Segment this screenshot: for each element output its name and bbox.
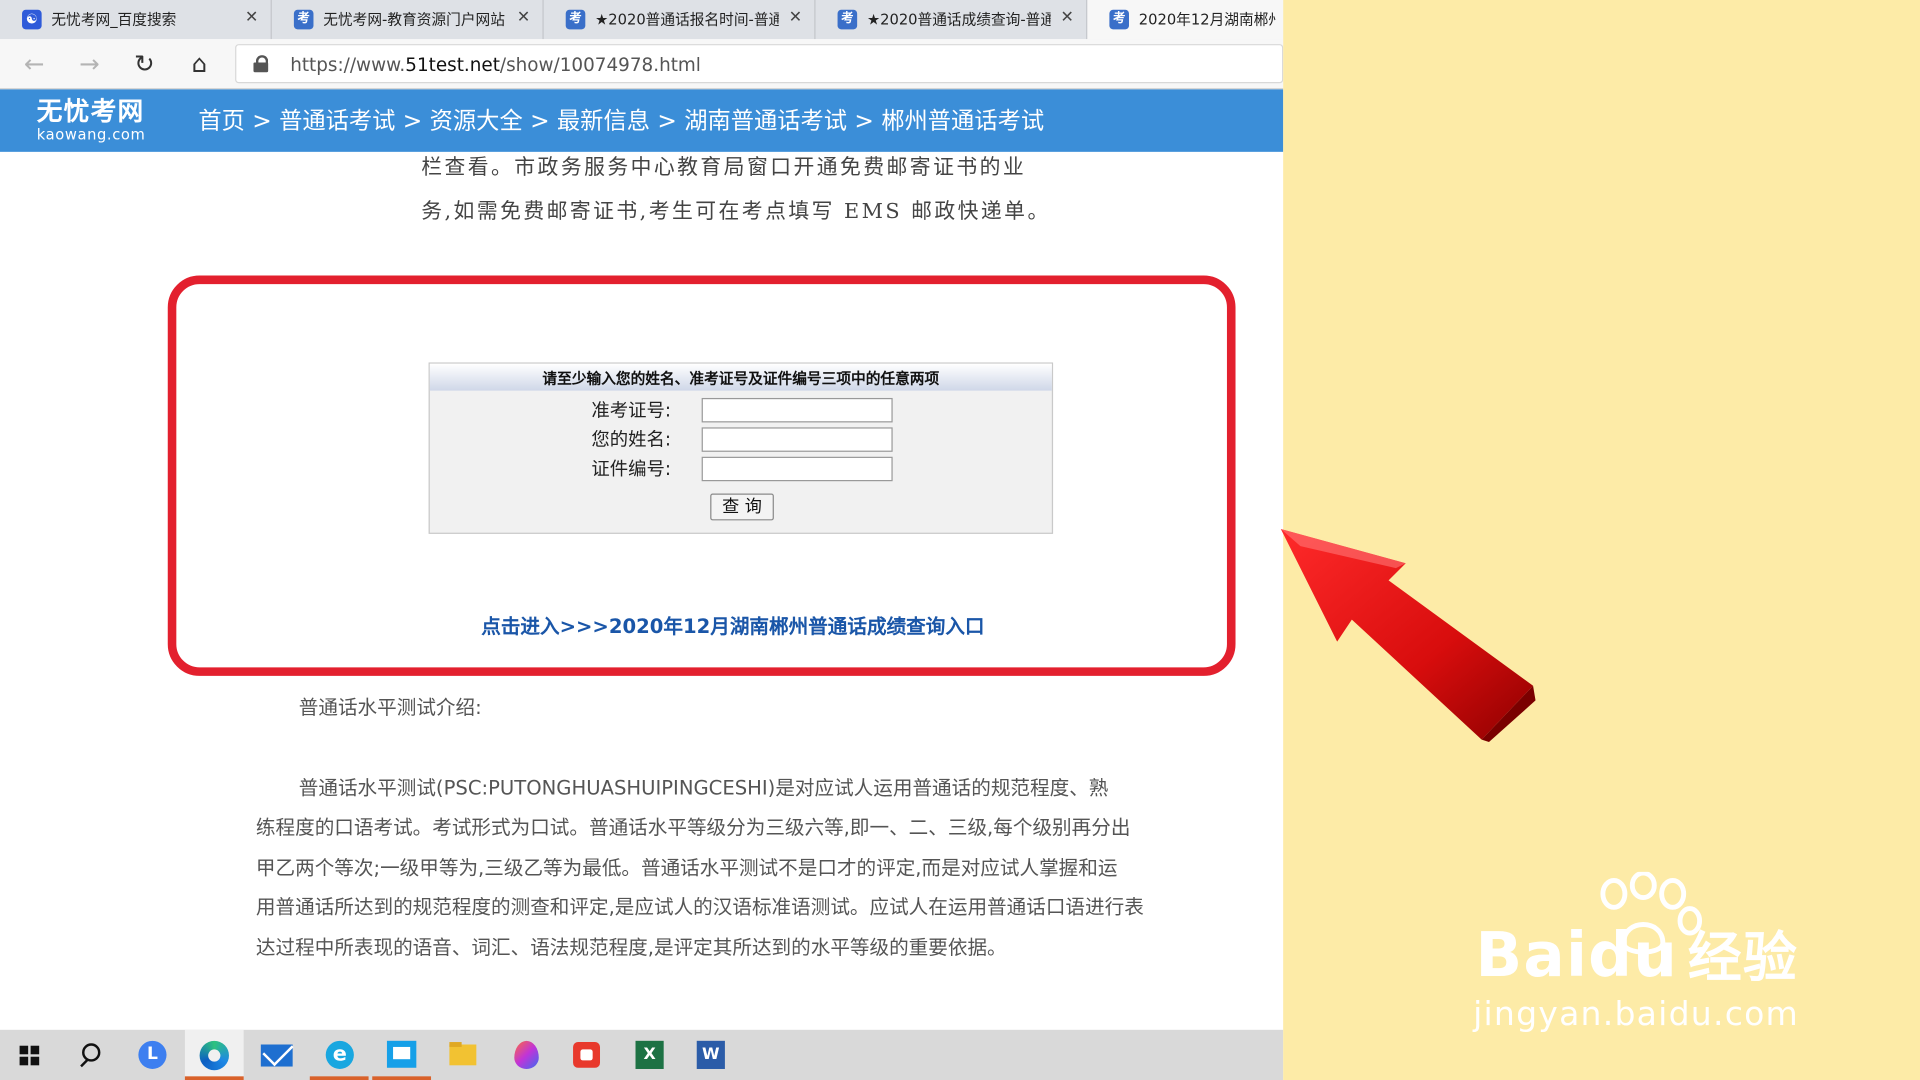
kaowang-icon: 考 xyxy=(293,9,314,30)
article-text-line: 栏查看。市政务服务中心教育局窗口开通免费邮寄证书的业 xyxy=(421,155,1027,181)
site-header: 无忧考网 kaowang.com 首页 > 普通话考试 > 资源大全 > 最新信息 > 湖南普通… xyxy=(0,89,1284,152)
logo-text: 无忧考网 xyxy=(36,96,145,127)
breadcrumb-separator: > xyxy=(402,107,423,135)
intro-line: 普通话水平测试(PSC:PUTONGHUASHUIPINGCESHI)是对应试人… xyxy=(298,776,1109,800)
breadcrumb: 首页 > 普通话考试 > 资源大全 > 最新信息 > 湖南普通话考试 > 郴州普通话考试 xyxy=(198,107,1044,136)
back-arrow-icon[interactable]: ← xyxy=(21,50,48,77)
url-text[interactable]: https://www.51test.net/show/10074978.htm… xyxy=(290,53,701,77)
tab-4[interactable]: 考 ★2020普通话成绩查询-普通话 ✕ xyxy=(816,0,1088,40)
tab-5-active[interactable]: 考 2020年12月湖南郴州 xyxy=(1087,0,1284,40)
intro-line: 用普通话所达到的规范程度的测查和评定,是应试人的汉语标准语测试。应试人在运用普通… xyxy=(255,895,1144,919)
excel-icon[interactable]: X xyxy=(620,1030,679,1080)
breadcrumb-latest[interactable]: 最新信息 xyxy=(557,108,650,135)
breadcrumb-separator: > xyxy=(252,107,272,135)
id-label: 证件编号: xyxy=(591,457,672,481)
close-icon[interactable]: ✕ xyxy=(789,9,802,29)
intro-line: 达过程中所表现的语音、词汇、语法规范程度,是评定其所达到的水平等级的重要依据。 xyxy=(255,935,1007,959)
edge-icon[interactable] xyxy=(184,1029,244,1080)
forward-arrow-icon[interactable]: → xyxy=(76,50,103,77)
breadcrumb-resources[interactable]: 资源大全 xyxy=(430,108,523,135)
query-button[interactable]: 查 询 xyxy=(710,493,774,521)
close-icon[interactable]: ✕ xyxy=(245,9,258,29)
browser-window: ☯ 无忧考网_百度搜索 ✕ 考 无忧考网-教育资源门户网站! ✕ 考 ★2020… xyxy=(0,0,1284,1080)
breadcrumb-separator: > xyxy=(854,107,874,135)
address-toolbar: ← → ↻ ⌂ https://www.51test.net/show/1007… xyxy=(0,39,1284,90)
tab-title: ★2020普通话成绩查询-普通话 xyxy=(866,11,1051,29)
refresh-icon[interactable]: ↻ xyxy=(131,50,158,77)
tab-1[interactable]: ☯ 无忧考网_百度搜索 ✕ xyxy=(0,0,272,40)
site-logo[interactable]: 无忧考网 kaowang.com xyxy=(37,97,159,146)
breadcrumb-mandarin-exam[interactable]: 普通话考试 xyxy=(279,108,395,135)
app-icon[interactable] xyxy=(372,1030,432,1080)
windows-start-icon[interactable] xyxy=(0,1030,59,1080)
red-pointer-arrow-icon xyxy=(1280,528,1536,743)
ticket-label: 准考证号: xyxy=(591,399,672,422)
kaowang-icon: 考 xyxy=(837,9,858,30)
tab-bar: ☯ 无忧考网_百度搜索 ✕ 考 无忧考网-教育资源门户网站! ✕ 考 ★2020… xyxy=(0,0,1284,40)
close-icon[interactable]: ✕ xyxy=(1061,9,1074,29)
word-icon[interactable]: W xyxy=(681,1030,740,1080)
score-entry-link[interactable]: 点击进入>>>2020年12月湖南郴州普通话成绩查询入口 xyxy=(481,613,984,640)
intro-title: 普通话水平测试介绍: xyxy=(298,695,482,719)
name-input[interactable] xyxy=(701,427,893,452)
score-query-form: 请至少输入您的姓名、准考证号及证件编号三项中的任意两项 准考证号: 您的姓名: … xyxy=(428,362,1054,534)
word-letter: W xyxy=(696,1040,725,1069)
logo-domain: kaowang.com xyxy=(36,126,146,144)
ie-icon[interactable]: e xyxy=(309,1030,369,1080)
baidu-paw-icon: ☯ xyxy=(22,9,42,30)
tab-title: 2020年12月湖南郴州 xyxy=(1138,11,1276,29)
search-icon[interactable] xyxy=(61,1030,120,1080)
breadcrumb-home[interactable]: 首页 xyxy=(198,108,245,135)
close-icon[interactable]: ✕ xyxy=(517,9,530,29)
tab-title: 无忧考网-教育资源门户网站! xyxy=(323,11,507,29)
mail-icon[interactable] xyxy=(247,1030,306,1080)
breadcrumb-separator: > xyxy=(530,107,550,135)
breadcrumb-separator: > xyxy=(657,107,677,135)
excel-letter: X xyxy=(635,1040,664,1069)
form-header: 请至少输入您的姓名、准考证号及证件编号三项中的任意两项 xyxy=(429,363,1052,391)
watermark-url: jingyan.baidu.com xyxy=(1473,995,1800,1034)
breadcrumb-chenzhou[interactable]: 郴州普通话考试 xyxy=(881,108,1044,135)
kaowang-icon: 考 xyxy=(565,9,586,30)
ticket-number-input[interactable] xyxy=(701,397,893,423)
taskbar: L e X W xyxy=(0,1029,1284,1080)
name-label: 您的姓名: xyxy=(591,428,672,451)
record-icon[interactable] xyxy=(557,1030,616,1080)
lock-icon xyxy=(253,55,269,73)
file-explorer-icon[interactable] xyxy=(433,1030,492,1080)
tab-2[interactable]: 考 无忧考网-教育资源门户网站! ✕ xyxy=(272,0,544,40)
article-text-line: 务,如需免费邮寄证书,考生可在考点填写 EMS 邮政快递单。 xyxy=(421,199,1051,225)
intro-line: 练程度的口语考试。考试形式为口试。普通话水平等级分为三级六等,即一、二、三级,每… xyxy=(255,815,1131,839)
tab-title: ★2020普通话报名时间-普通话 xyxy=(595,11,779,29)
baidu-paw-watermark-icon xyxy=(1600,871,1703,955)
home-icon[interactable]: ⌂ xyxy=(186,50,213,77)
tab-title: 无忧考网_百度搜索 xyxy=(51,11,177,29)
watermark-brand: Bai xyxy=(1475,919,1589,991)
id-number-input[interactable] xyxy=(701,456,893,482)
tab-3[interactable]: 考 ★2020普通话报名时间-普通话 ✕ xyxy=(544,0,816,40)
lark-icon[interactable]: L xyxy=(122,1030,181,1080)
kaowang-icon: 考 xyxy=(1109,9,1129,30)
intro-line: 甲乙两个等次;一级甲等为,三级乙等为最低。普通话水平测试不是口才的评定,而是对应… xyxy=(255,855,1118,880)
paint-icon[interactable] xyxy=(496,1030,555,1080)
address-bar[interactable]: https://www.51test.net/show/10074978.htm… xyxy=(235,44,1284,84)
breadcrumb-hunan[interactable]: 湖南普通话考试 xyxy=(684,108,847,135)
